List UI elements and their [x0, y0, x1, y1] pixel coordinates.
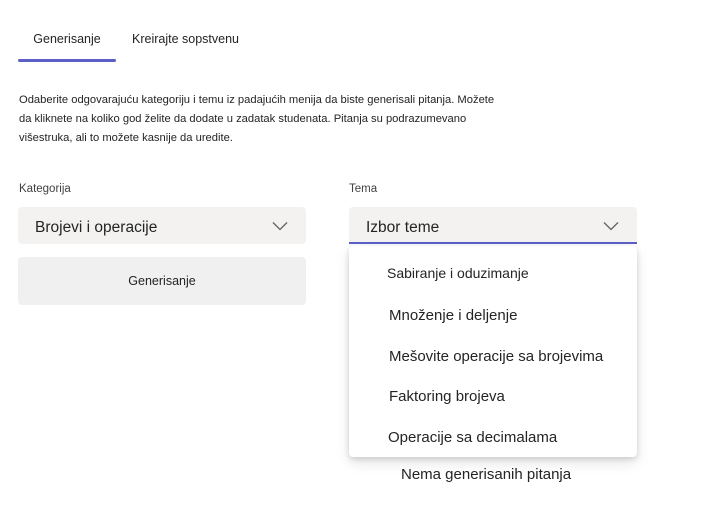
topic-options-menu: Sabiranje i oduzimanje Množenje i deljen… — [349, 246, 637, 457]
topic-option-label: Sabiranje i oduzimanje — [387, 265, 529, 281]
tab-selected-indicator — [18, 59, 116, 62]
tab-bar: Generisanje Kreirajte sopstvenu — [18, 24, 239, 64]
category-label: Kategorija — [19, 183, 71, 195]
instructions-text: Odaberite odgovarajuću kategoriju i temu… — [19, 94, 495, 144]
tab-create-custom-label: Kreirajte sopstvenu — [132, 32, 240, 46]
chevron-down-icon — [272, 222, 288, 231]
topic-option[interactable]: Sabiranje i oduzimanje — [349, 254, 637, 292]
topic-option[interactable]: Faktoring brojeva — [349, 377, 637, 415]
topic-option[interactable]: Operacije sa decimalama — [349, 418, 637, 456]
tab-create-custom[interactable]: Kreirajte sopstvenu — [132, 24, 239, 62]
category-dropdown[interactable]: Brojevi i operacije — [18, 207, 306, 244]
topic-option-label: Množenje i deljenje — [389, 307, 518, 324]
generate-button[interactable]: Generisanje — [18, 257, 306, 305]
topic-option[interactable]: Množenje i deljenje — [349, 296, 637, 334]
topic-label: Tema — [349, 183, 378, 195]
topic-option-label: Faktoring brojeva — [389, 388, 505, 405]
topic-option-label: Operacije sa decimalama — [388, 429, 558, 446]
tab-generate-label: Generisanje — [33, 32, 101, 46]
empty-state-text: Nema generisanih pitanja — [401, 466, 572, 483]
topic-dropdown-value: Izbor teme — [366, 219, 440, 236]
topic-option-label: Mešovite operacije sa brojevima — [389, 348, 604, 365]
topic-dropdown[interactable]: Izbor teme — [349, 207, 637, 244]
topic-option[interactable]: Mešovite operacije sa brojevima — [349, 337, 637, 375]
category-dropdown-value: Brojevi i operacije — [35, 219, 158, 236]
question-generator-panel: Generisanje Kreirajte sopstvenu Odaberit… — [0, 0, 726, 520]
tab-generate[interactable]: Generisanje — [18, 24, 116, 62]
chevron-down-icon — [603, 222, 619, 231]
